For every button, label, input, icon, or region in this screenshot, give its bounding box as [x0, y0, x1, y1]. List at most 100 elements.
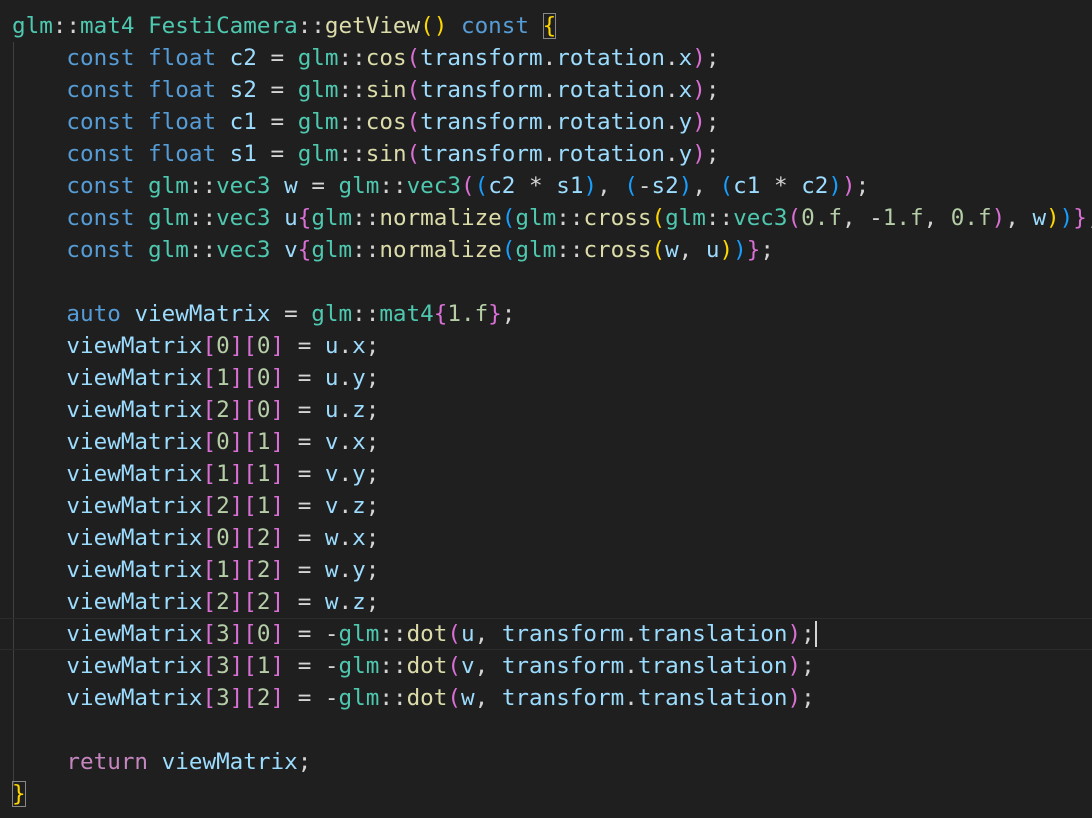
- code-line[interactable]: const glm::vec3 u{glm::normalize(glm::cr…: [0, 202, 1092, 234]
- code-token: ;: [705, 77, 720, 103]
- code-token: ::: [338, 77, 366, 103]
- code-token: glm: [297, 109, 339, 135]
- code-token: (): [420, 13, 448, 39]
- code-token: c2: [488, 173, 516, 199]
- code-token: ): [692, 141, 706, 167]
- code-token: ]: [270, 429, 285, 455]
- code-token: =: [256, 77, 298, 103]
- code-line[interactable]: viewMatrix[3][1] = -glm::dot(v, transfor…: [0, 650, 1092, 682]
- code-token: ]: [229, 685, 244, 711]
- code-line[interactable]: const glm::vec3 w = glm::vec3((c2 * s1),…: [0, 170, 1092, 202]
- code-line[interactable]: const glm::vec3 v{glm::normalize(glm::cr…: [0, 234, 1092, 266]
- code-token: rotation: [556, 141, 666, 167]
- code-line[interactable]: viewMatrix[1][1] = v.y;: [0, 458, 1092, 490]
- code-token: =: [284, 397, 325, 423]
- code-line[interactable]: const float s1 = glm::sin(transform.rota…: [0, 138, 1092, 170]
- code-token: return: [66, 749, 149, 775]
- code-token: 1.f: [882, 205, 924, 231]
- code-token: ;: [705, 141, 720, 167]
- code-token: =: [284, 429, 325, 455]
- code-token: ::: [379, 653, 407, 679]
- code-token: rotation: [556, 45, 666, 71]
- code-token: float: [148, 109, 217, 135]
- code-token: v: [324, 493, 339, 519]
- code-token: .: [338, 429, 353, 455]
- code-token: ;: [760, 237, 774, 263]
- code-token: ::: [338, 109, 366, 135]
- code-line[interactable]: [0, 714, 1092, 746]
- code-token: w: [460, 685, 475, 711]
- code-token: 1: [256, 429, 271, 455]
- code-token: *: [515, 173, 557, 199]
- code-token: ]: [229, 621, 244, 647]
- code-line[interactable]: [0, 266, 1092, 298]
- code-token: u: [324, 397, 339, 423]
- code-token: 1: [256, 461, 271, 487]
- code-token: {: [297, 205, 312, 231]
- code-line[interactable]: viewMatrix[3][0] = -glm::dot(u, transfor…: [0, 618, 1092, 650]
- code-line[interactable]: glm::mat4 FestiCamera::getView() const {: [0, 10, 1092, 42]
- code-token: [: [243, 429, 257, 455]
- code-token: (: [406, 141, 421, 167]
- code-token: ;: [365, 493, 380, 519]
- code-token: [: [202, 621, 217, 647]
- code-token: ]: [229, 557, 244, 583]
- code-line[interactable]: viewMatrix[2][2] = w.z;: [0, 586, 1092, 618]
- code-token: ]: [270, 397, 285, 423]
- code-token: transform: [501, 685, 625, 711]
- code-line[interactable]: viewMatrix[0][1] = v.x;: [0, 426, 1092, 458]
- code-line[interactable]: viewMatrix[1][0] = u.y;: [0, 362, 1092, 394]
- code-token: 0.f: [801, 205, 842, 231]
- code-token: sin: [365, 77, 407, 103]
- code-token: .: [542, 109, 557, 135]
- code-line[interactable]: return viewMatrix;: [0, 746, 1092, 778]
- code-token: y: [352, 557, 366, 583]
- code-token: ]: [229, 333, 244, 359]
- code-token: mat4: [379, 301, 434, 327]
- code-token: .: [338, 333, 353, 359]
- code-token: ): [692, 45, 706, 71]
- code-token: .: [624, 621, 638, 647]
- code-token: z: [352, 589, 366, 615]
- code-token: ]: [229, 525, 244, 551]
- code-editor[interactable]: glm::mat4 FestiCamera::getView() const {…: [0, 0, 1092, 818]
- code-line[interactable]: viewMatrix[3][2] = -glm::dot(w, transfor…: [0, 682, 1092, 714]
- code-token: viewMatrix: [66, 589, 203, 615]
- code-line[interactable]: viewMatrix[2][1] = v.z;: [0, 490, 1092, 522]
- code-token: ]: [229, 397, 244, 423]
- code-token: w: [324, 589, 339, 615]
- code-token: }: [12, 781, 26, 807]
- code-line[interactable]: viewMatrix[2][0] = u.z;: [0, 394, 1092, 426]
- code-token: glm: [665, 205, 706, 231]
- code-line[interactable]: viewMatrix[0][0] = u.x;: [0, 330, 1092, 362]
- code-token: [: [243, 397, 257, 423]
- code-line[interactable]: const float c2 = glm::cos(transform.rota…: [0, 42, 1092, 74]
- code-line[interactable]: const float c1 = glm::cos(transform.rota…: [0, 106, 1092, 138]
- code-token: ;: [365, 461, 380, 487]
- code-line[interactable]: }: [0, 778, 1092, 810]
- code-line[interactable]: viewMatrix[0][2] = w.x;: [0, 522, 1092, 554]
- code-token: ): [583, 173, 598, 199]
- code-line[interactable]: viewMatrix[1][2] = w.y;: [0, 554, 1092, 586]
- code-token: {: [297, 237, 312, 263]
- code-token: transform: [420, 77, 543, 103]
- code-token: {: [542, 13, 557, 39]
- code-token: ]: [270, 493, 285, 519]
- code-line[interactable]: auto viewMatrix = glm::mat4{1.f};: [0, 298, 1092, 330]
- code-token: viewMatrix: [66, 653, 203, 679]
- code-token: ;: [365, 429, 380, 455]
- code-line[interactable]: const float s2 = glm::sin(transform.rota…: [0, 74, 1092, 106]
- code-token: ]: [270, 461, 285, 487]
- code-token: viewMatrix: [66, 685, 203, 711]
- code-token: ::: [338, 45, 366, 71]
- code-token: =: [256, 45, 298, 71]
